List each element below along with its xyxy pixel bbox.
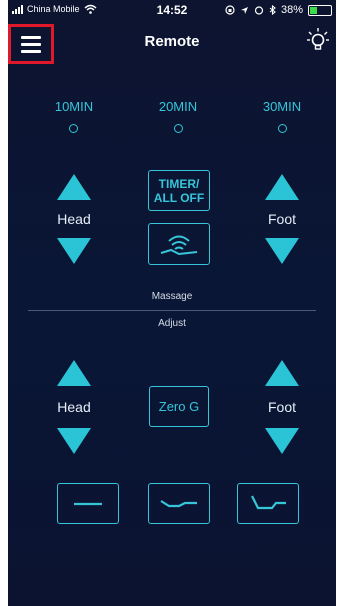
massage-head-down-button[interactable] (57, 238, 91, 264)
status-right: 38% (225, 4, 332, 16)
timer-button-line1: TIMER/ (158, 176, 200, 191)
massage-wave-button[interactable] (148, 223, 210, 265)
battery-icon (308, 4, 332, 16)
lounge-position-button[interactable] (148, 483, 210, 524)
adjust-head-up-button[interactable] (57, 360, 91, 386)
adjust-foot-down-button[interactable] (265, 428, 299, 454)
timer-20min-label: 20MIN (158, 99, 198, 114)
massage-head-label: Head (57, 211, 91, 227)
adjust-foot-up-button[interactable] (265, 360, 299, 386)
massage-wave-icon (160, 235, 198, 256)
section-divider (28, 310, 316, 311)
adjust-head-down-button[interactable] (57, 428, 91, 454)
flat-position-icon (74, 502, 102, 505)
incline-position-icon (251, 495, 286, 509)
timer-30min-radio[interactable] (278, 124, 287, 133)
status-bar: China Mobile 14:52 38% (8, 0, 336, 20)
alarm-icon (254, 6, 264, 15)
timer-all-off-button[interactable]: TIMER/ ALL OFF (148, 170, 210, 211)
location-icon (240, 6, 248, 14)
bluetooth-icon (269, 5, 276, 15)
page-title: Remote (144, 33, 200, 50)
timer-button-line2: ALL OFF (153, 190, 205, 205)
adjust-foot-label: Foot (267, 399, 296, 415)
massage-foot-down-button[interactable] (265, 238, 299, 264)
timer-20min-radio[interactable] (174, 124, 183, 133)
timer-10min-radio[interactable] (69, 124, 78, 133)
massage-section-label: Massage (151, 291, 193, 302)
header: Remote (8, 22, 336, 64)
adjust-section-label: Adjust (158, 318, 186, 329)
massage-foot-up-button[interactable] (265, 174, 299, 200)
massage-foot-label: Foot (267, 211, 296, 227)
remote-app: China Mobile 14:52 38% Remote 10MIN 20MI… (8, 0, 336, 606)
massage-head-up-button[interactable] (57, 174, 91, 200)
flat-position-button[interactable] (57, 483, 119, 524)
timer-10min-label: 10MIN (54, 99, 94, 114)
zero-g-button[interactable]: Zero G (149, 386, 209, 427)
timer-30min-label: 30MIN (262, 99, 302, 114)
incline-position-button[interactable] (237, 483, 299, 524)
battery-percent: 38% (280, 4, 303, 16)
lounge-position-icon (160, 499, 197, 507)
light-bulb-icon[interactable] (306, 26, 330, 54)
lock-rotation-icon (225, 5, 235, 15)
adjust-head-label: Head (57, 399, 91, 415)
